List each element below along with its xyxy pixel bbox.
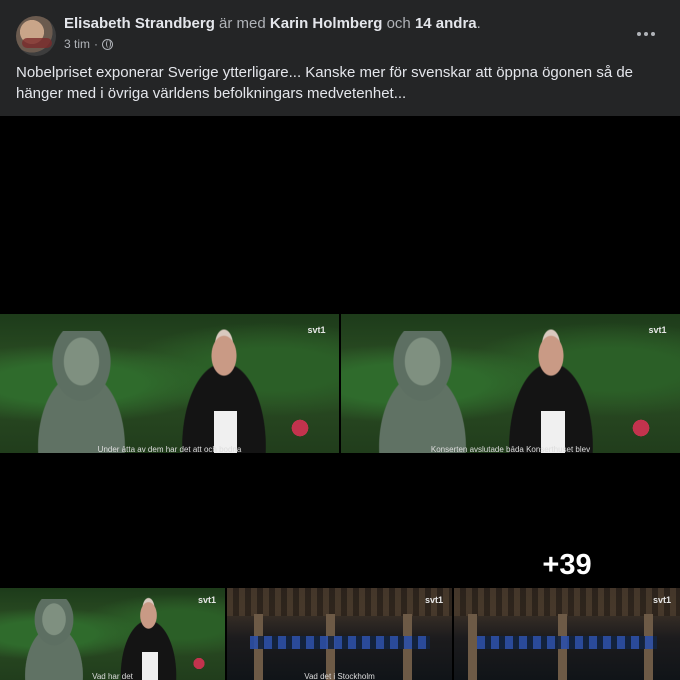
with-text: är med xyxy=(219,15,266,32)
dot xyxy=(637,32,641,36)
media-item-4[interactable]: svt1 Vad det i Stockholm xyxy=(227,455,452,680)
post-meta: 3 tim · xyxy=(64,37,114,51)
post-header: Elisabeth Strandberg är med Karin Holmbe… xyxy=(0,0,680,60)
media-item-5[interactable]: svt1 +39 xyxy=(454,455,680,680)
media-item-1[interactable]: svt1 Under åtta av dem har det att och b… xyxy=(0,116,339,453)
hall-ceiling xyxy=(454,588,680,616)
tagged-others[interactable]: 14 andra xyxy=(415,15,477,32)
hall-pillar xyxy=(467,613,477,680)
and-text: och xyxy=(386,15,411,32)
svt-logo: svt1 xyxy=(652,595,671,606)
globe-icon[interactable] xyxy=(102,38,114,50)
flowers xyxy=(284,414,316,442)
video-frame: svt1 Konserten avslutade båda Konserthus… xyxy=(341,314,680,453)
svt-logo: svt1 xyxy=(197,595,216,606)
video-frame: svt1 Vad har det xyxy=(0,588,225,680)
video-frame: svt1 Vad det i Stockholm xyxy=(227,588,452,680)
author-avatar[interactable] xyxy=(16,16,56,56)
media-item-3[interactable]: svt1 Vad har det xyxy=(0,455,225,680)
post-time[interactable]: 3 tim xyxy=(64,37,90,51)
video-subtitle: Konserten avslutade båda Konserthuset bl… xyxy=(430,446,591,453)
bust-statue xyxy=(13,330,150,453)
bust-statue xyxy=(354,330,491,453)
flowers xyxy=(189,654,210,673)
video-frame: svt1 Under åtta av dem har det att och b… xyxy=(0,314,339,453)
media-item-2[interactable]: svt1 Konserten avslutade båda Konserthus… xyxy=(341,116,680,453)
bust-statue xyxy=(9,599,99,680)
video-subtitle: Vad har det xyxy=(92,673,133,680)
svt-logo: svt1 xyxy=(648,325,667,336)
meta-separator: · xyxy=(94,37,99,51)
video-subtitle: Under åtta av dem har det att och bodna xyxy=(97,446,242,453)
svt-logo: svt1 xyxy=(307,325,326,336)
tagged-name[interactable]: Karin Holmberg xyxy=(270,15,383,32)
author-name[interactable]: Elisabeth Strandberg xyxy=(64,15,215,32)
more-options-icon[interactable] xyxy=(630,20,662,48)
avatar-detail xyxy=(22,38,52,48)
hall-lights xyxy=(476,635,658,649)
hall-lights xyxy=(249,635,430,649)
dot xyxy=(644,32,648,36)
remaining-count[interactable]: +39 xyxy=(454,549,680,582)
video-subtitle: Vad det i Stockholm xyxy=(304,673,375,680)
hall-ceiling xyxy=(227,588,452,616)
dot xyxy=(651,32,655,36)
period: . xyxy=(476,15,481,32)
author-line: Elisabeth Strandberg är med Karin Holmbe… xyxy=(64,15,481,32)
media-grid: svt1 Under åtta av dem har det att och b… xyxy=(0,116,680,680)
flowers xyxy=(625,414,657,442)
video-frame: svt1 xyxy=(454,588,680,680)
post-text: Nobelpriset exponerar Sverige ytterligar… xyxy=(16,64,634,102)
svt-logo: svt1 xyxy=(424,595,443,606)
post-card: Elisabeth Strandberg är med Karin Holmbe… xyxy=(0,0,680,680)
